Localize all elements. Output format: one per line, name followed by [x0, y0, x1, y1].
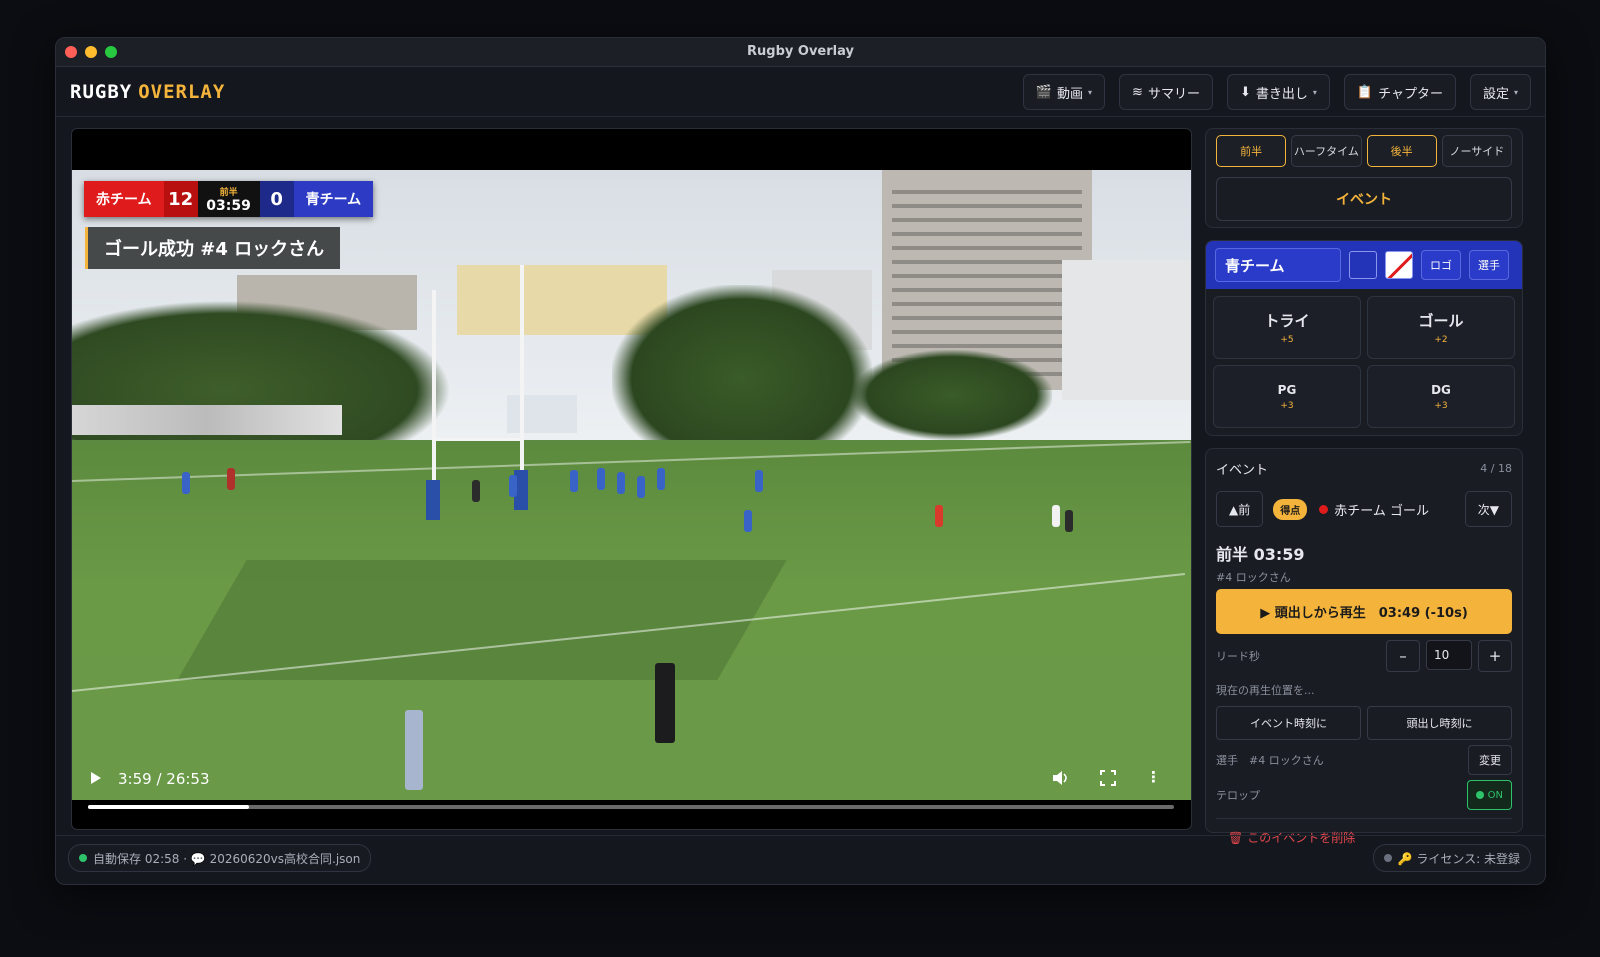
team-secondary-color-swatch[interactable]: [1385, 251, 1413, 279]
score-badge: 得点: [1273, 498, 1308, 520]
team-logo-button[interactable]: ロゴ: [1421, 250, 1461, 280]
half-label: 前半: [219, 187, 238, 198]
download-icon: ⬇: [1239, 84, 1251, 100]
penalty-goal-button[interactable]: PG +3: [1213, 365, 1361, 428]
maximize-window-button[interactable]: [105, 46, 117, 58]
summary-icon: ≋: [1132, 84, 1143, 100]
volume-icon[interactable]: [1052, 770, 1070, 790]
event-section-title: イベント: [1216, 463, 1269, 478]
prev-event-button[interactable]: ▲前: [1216, 491, 1264, 527]
set-to-event-time-button[interactable]: イベント時刻に: [1216, 706, 1361, 740]
minimize-window-button[interactable]: [85, 46, 97, 58]
team-card: 青チーム ロゴ 選手 トライ +5 ゴール +2 PG +3 DG +3: [1205, 240, 1523, 436]
telop-toggle[interactable]: ON: [1466, 780, 1512, 810]
event-description: 赤チーム ゴール: [1334, 503, 1429, 519]
lead-plus-button[interactable]: +: [1478, 640, 1512, 672]
team-color-dot-icon: [1319, 504, 1329, 514]
event-button[interactable]: イベント: [1216, 177, 1512, 221]
lead-seconds-input[interactable]: 10: [1426, 640, 1472, 670]
lead-seconds-label: リード秒: [1216, 650, 1260, 663]
progress-bar[interactable]: [88, 805, 1174, 809]
caret-down-icon: ▾: [1088, 87, 1093, 97]
play-from-cue-button[interactable]: ▶ 頭出しから再生 03:49 (-10s): [1216, 589, 1512, 634]
video-menu-button[interactable]: 🎬 動画 ▾: [1022, 74, 1106, 110]
game-clock: 前半 03:59: [197, 181, 260, 217]
fullscreen-icon[interactable]: [1100, 770, 1116, 790]
summary-menu-button[interactable]: ≋ サマリー: [1119, 74, 1213, 110]
status-dot-icon: [1475, 791, 1484, 799]
home-team-name: 赤チーム: [84, 181, 164, 217]
scoreboard-overlay: 赤チーム 12 前半 03:59 0 青チーム: [84, 181, 374, 217]
play-icon[interactable]: [90, 771, 102, 789]
clock-label: 03:59: [206, 197, 251, 214]
app-logo: RUGBY OVERLAY: [70, 80, 226, 103]
team-color-swatch[interactable]: [1349, 251, 1377, 279]
lead-minus-button[interactable]: –: [1386, 640, 1420, 672]
event-card: イベント 4 / 18 ▲前 得点 赤チーム ゴール 次▼ 前半 03:59 #…: [1205, 448, 1523, 845]
clapper-icon: 🎬: [1035, 84, 1053, 100]
autosave-status: 自動保存 02:58 · 💬 20260620vs高校合同.json: [68, 844, 372, 872]
current-position-label: 現在の再生位置を...: [1216, 684, 1315, 697]
player-label: 選手 #4 ロックさん: [1216, 754, 1324, 767]
try-button[interactable]: トライ +5: [1213, 296, 1361, 359]
time-display: 3:59 / 26:53: [118, 770, 210, 788]
event-time: 前半 03:59: [1216, 545, 1305, 564]
phase-card: 前半 ハーフタイム 後半 ノーサイド イベント: [1205, 128, 1523, 228]
away-team-name: 青チーム: [293, 181, 374, 217]
next-event-button[interactable]: 次▼: [1464, 491, 1512, 527]
change-player-button[interactable]: 変更: [1468, 745, 1512, 775]
app-header: RUGBY OVERLAY 🎬 動画 ▾ ≋ サマリー ⬇ 書き出し ▾ 📋 チャ…: [56, 67, 1545, 117]
control-panel: 前半 ハーフタイム 後半 ノーサイド イベント 青チーム ロゴ 選手 トライ +…: [1205, 128, 1523, 845]
team-header: 青チーム ロゴ 選手: [1206, 241, 1522, 289]
away-team-score: 0: [259, 181, 294, 217]
license-status[interactable]: 🔑 ライセンス: 未登録: [1372, 844, 1531, 872]
app-window: Rugby Overlay RUGBY OVERLAY 🎬 動画 ▾ ≋ サマリー…: [55, 37, 1546, 885]
phase-halftime-button[interactable]: ハーフタイム: [1291, 135, 1362, 167]
video-player[interactable]: 赤チーム 12 前半 03:59 0 青チーム ゴール成功 #4 ロックさん 3…: [71, 128, 1192, 830]
caret-down-icon: ▾: [1312, 87, 1317, 97]
main-menu: 🎬 動画 ▾ ≋ サマリー ⬇ 書き出し ▾ 📋 チャプター 設定 ▾: [1022, 74, 1531, 110]
more-options-icon[interactable]: ⋮: [1146, 768, 1161, 786]
video-controls: 3:59 / 26:53 ⋮: [72, 760, 1191, 800]
export-menu-button[interactable]: ⬇ 書き出し ▾: [1226, 74, 1330, 110]
autosave-dot-icon: [79, 854, 87, 862]
window-title: Rugby Overlay: [747, 44, 854, 59]
chapter-menu-button[interactable]: 📋 チャプター: [1343, 74, 1456, 110]
phase-noside-button[interactable]: ノーサイド: [1441, 135, 1512, 167]
team-players-button[interactable]: 選手: [1469, 250, 1509, 280]
title-bar: Rugby Overlay: [56, 38, 1545, 67]
settings-menu-button[interactable]: 設定 ▾: [1469, 74, 1531, 110]
close-window-button[interactable]: [65, 46, 77, 58]
telop-overlay: ゴール成功 #4 ロックさん: [85, 227, 341, 269]
telop-label: テロップ: [1216, 789, 1260, 802]
scoring-buttons: トライ +5 ゴール +2 PG +3 DG +3: [1206, 289, 1522, 435]
home-team-score: 12: [163, 181, 198, 217]
event-counter: 4 / 18: [1480, 462, 1512, 475]
caret-down-icon: ▾: [1513, 87, 1518, 97]
phase-second-half-button[interactable]: 後半: [1366, 135, 1437, 167]
event-player: #4 ロックさん: [1216, 571, 1291, 584]
license-dot-icon: [1383, 854, 1392, 862]
goal-button[interactable]: ゴール +2: [1367, 296, 1515, 359]
set-to-cue-time-button[interactable]: 頭出し時刻に: [1367, 706, 1512, 740]
phase-first-half-button[interactable]: 前半: [1216, 135, 1287, 167]
lead-seconds-stepper: – 10 +: [1386, 640, 1512, 672]
status-bar: 自動保存 02:58 · 💬 20260620vs高校合同.json 🔑 ライセ…: [56, 835, 1545, 884]
drop-goal-button[interactable]: DG +3: [1367, 365, 1515, 428]
progress-fill: [88, 805, 249, 809]
clipboard-icon: 📋: [1356, 84, 1374, 100]
team-name-input[interactable]: 青チーム: [1215, 248, 1341, 282]
